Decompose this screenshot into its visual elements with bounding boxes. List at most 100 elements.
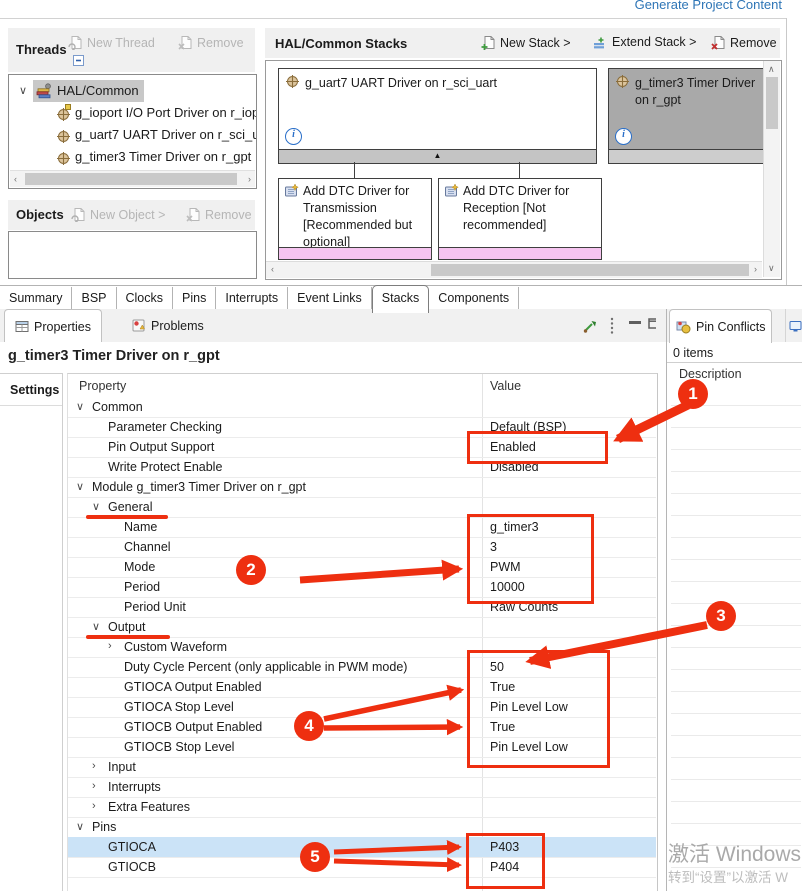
property-row[interactable]: ∨Pins bbox=[68, 817, 656, 838]
tree-item[interactable]: g_timer3 Timer Driver on r_gpt bbox=[9, 146, 256, 168]
remove-object-button[interactable]: Remove bbox=[186, 207, 252, 222]
scrollbar-thumb[interactable] bbox=[25, 173, 237, 185]
scrollbar-thumb[interactable] bbox=[766, 77, 778, 129]
info-icon[interactable]: i bbox=[285, 128, 302, 145]
new-object-button[interactable]: New Object > bbox=[71, 207, 165, 222]
property-row[interactable]: ∨Module g_timer3 Timer Driver on r_gpt bbox=[68, 477, 656, 498]
expander-icon[interactable]: › bbox=[108, 640, 112, 652]
property-label: General bbox=[108, 500, 152, 514]
pin-conflict-row bbox=[671, 472, 801, 494]
expander-icon[interactable]: ∨ bbox=[76, 400, 84, 413]
pin-conflict-row bbox=[671, 450, 801, 472]
pin-conflicts-count: 0 items bbox=[673, 346, 713, 360]
new-stack-button[interactable]: New Stack > bbox=[481, 35, 571, 50]
objects-title: Objects bbox=[16, 207, 64, 222]
scrollbar-thumb[interactable] bbox=[431, 264, 749, 276]
stack-box-dtc-reception[interactable]: Add DTC Driver for Reception [Not recomm… bbox=[438, 178, 602, 260]
properties-tab-strip: Properties Problems bbox=[0, 309, 666, 342]
windows-activation-watermark-sub: 转到“设置”以激活 W bbox=[668, 866, 788, 886]
scroll-up-icon[interactable]: ∧ bbox=[768, 65, 775, 74]
stack-box-label: g_uart7 UART Driver on r_sci_uart bbox=[305, 75, 590, 92]
expander-icon[interactable]: ∨ bbox=[92, 500, 100, 513]
tab-pin-conflicts[interactable]: Pin Conflicts bbox=[669, 309, 772, 343]
property-label: GTIOCB Output Enabled bbox=[124, 720, 262, 734]
info-icon[interactable]: i bbox=[615, 128, 632, 145]
tree-root-label: HAL/Common bbox=[57, 83, 139, 98]
property-label: GTIOCB Stop Level bbox=[124, 740, 234, 754]
tab-stacks[interactable]: Stacks bbox=[372, 285, 430, 313]
property-label: Mode bbox=[124, 560, 155, 574]
objects-list[interactable] bbox=[8, 231, 257, 279]
main-tab-bar: SummaryBSPClocksPinsInterruptsEvent Link… bbox=[0, 285, 802, 310]
tab-settings[interactable]: Settings bbox=[10, 383, 59, 397]
property-label: GTIOCA bbox=[108, 840, 156, 854]
new-stack-icon bbox=[481, 35, 496, 50]
stack-box-footer[interactable]: ▲ bbox=[279, 149, 596, 163]
stack-box-footer-optional bbox=[439, 247, 601, 259]
property-label: Period Unit bbox=[124, 600, 186, 614]
tree-root-hal-common[interactable]: ∨ HAL/Common bbox=[9, 80, 256, 102]
stack-box-footer[interactable] bbox=[609, 149, 764, 163]
remove-thread-button[interactable]: Remove bbox=[178, 35, 244, 50]
module-icon bbox=[57, 106, 70, 124]
stack-box-g-timer3[interactable]: g_timer3 Timer Driver on r_gpt i bbox=[608, 68, 765, 164]
editor-right-divider bbox=[786, 18, 787, 285]
expander-icon[interactable]: › bbox=[92, 760, 96, 772]
stack-box-footer-optional bbox=[279, 247, 431, 259]
add-dtc-icon bbox=[284, 184, 299, 203]
scroll-left-icon[interactable]: ‹ bbox=[271, 265, 274, 274]
annotation-circle-4: 4 bbox=[294, 711, 324, 741]
new-thread-icon bbox=[68, 35, 83, 50]
expander-icon[interactable]: ∨ bbox=[76, 480, 84, 493]
property-row[interactable]: ∨Common bbox=[68, 397, 656, 418]
scroll-right-icon[interactable]: › bbox=[754, 265, 757, 274]
stack-box-dtc-transmission[interactable]: Add DTC Driver for Transmission [Recomme… bbox=[278, 178, 432, 260]
property-row[interactable]: GTIOCBP404 bbox=[68, 857, 656, 878]
collapse-all-icon[interactable] bbox=[72, 54, 85, 70]
tree-item[interactable]: g_uart7 UART Driver on r_sci_ua bbox=[9, 124, 256, 146]
pin-conflict-row bbox=[671, 802, 801, 824]
scroll-right-icon[interactable]: › bbox=[248, 175, 251, 184]
remove-stack-button[interactable]: Remove bbox=[711, 35, 777, 50]
scroll-left-icon[interactable]: ‹ bbox=[14, 175, 17, 184]
scroll-down-icon[interactable]: ∨ bbox=[768, 264, 775, 273]
pin-conflict-row bbox=[671, 648, 801, 670]
tree-horizontal-scrollbar[interactable]: ‹ › bbox=[10, 170, 255, 187]
expander-icon[interactable]: › bbox=[92, 780, 96, 792]
expander-icon[interactable]: ∨ bbox=[92, 620, 100, 633]
property-row[interactable]: ›Interrupts bbox=[68, 777, 656, 798]
tab-console-partial[interactable]: C bbox=[785, 309, 802, 342]
module-icon bbox=[57, 150, 70, 168]
property-label: Pin Output Support bbox=[108, 440, 214, 454]
stack-box-g-uart7[interactable]: g_uart7 UART Driver on r_sci_uart i ▲ bbox=[278, 68, 597, 164]
pin-conflict-row bbox=[671, 560, 801, 582]
tab-properties[interactable]: Properties bbox=[4, 309, 102, 343]
module-icon bbox=[616, 75, 629, 93]
expander-icon[interactable]: › bbox=[92, 800, 96, 812]
tab-problems[interactable]: Problems bbox=[122, 309, 214, 342]
tree-item[interactable]: g_ioport I/O Port Driver on r_iop bbox=[9, 102, 256, 124]
stack-box-label: Add DTC Driver for Reception [Not recomm… bbox=[463, 183, 597, 234]
pin-conflict-row bbox=[671, 780, 801, 802]
generate-project-content-link[interactable]: Generate Project Content bbox=[635, 0, 782, 12]
pin-conflict-row bbox=[671, 626, 801, 648]
expander-icon[interactable]: ∨ bbox=[19, 80, 27, 102]
property-row[interactable]: ›Extra Features bbox=[68, 797, 656, 818]
extend-stack-button[interactable]: Extend Stack > bbox=[593, 35, 696, 49]
view-menu-icon[interactable] bbox=[609, 317, 615, 338]
expander-icon[interactable]: ∨ bbox=[76, 820, 84, 833]
pin-conflicts-icon bbox=[676, 320, 691, 334]
new-thread-button[interactable]: New Thread bbox=[68, 35, 155, 50]
stacks-horizontal-scrollbar[interactable]: ‹ › bbox=[266, 261, 762, 278]
minimize-icon[interactable] bbox=[629, 321, 641, 324]
pin-conflict-row bbox=[671, 516, 801, 538]
stacks-vertical-scrollbar[interactable]: ∧ ∨ bbox=[763, 61, 780, 277]
threads-tree-items: g_ioport I/O Port Driver on r_iopg_uart7… bbox=[9, 102, 256, 168]
pin-conflict-row bbox=[671, 670, 801, 692]
settings-sidebar: Settings bbox=[0, 373, 63, 891]
pin-conflict-row bbox=[671, 582, 801, 604]
threads-tree: ∨ HAL/Common g_ioport I/O Port Driver on… bbox=[8, 74, 257, 189]
link-with-editor-icon[interactable] bbox=[583, 319, 597, 336]
pin-conflict-row bbox=[671, 428, 801, 450]
property-row[interactable]: GTIOCAP403 bbox=[68, 837, 656, 858]
